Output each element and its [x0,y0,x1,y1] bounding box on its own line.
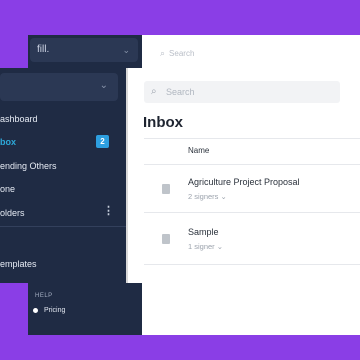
sidebar-divider [0,226,126,227]
back-workspace-dropdown[interactable]: fill. ⌄ [30,38,138,62]
document-icon [162,184,170,194]
column-header-name[interactable]: Name [188,146,209,155]
more-vertical-icon[interactable]: ⋮ [103,206,114,217]
signers-dropdown[interactable]: 1 signer ⌄ [188,242,223,251]
sidebar-item-folders[interactable]: olders [0,208,25,218]
back-search-input[interactable]: ⌕ Search [160,44,340,62]
chevron-down-icon: ⌄ [216,242,224,251]
chevron-down-icon: ⌄ [99,80,108,91]
radio-dot-icon [33,307,38,313]
divider [144,164,360,165]
divider [144,212,360,213]
search-icon: ⌕ [151,86,157,97]
sidebar-item-dashboard[interactable]: ashboard [0,114,38,124]
sidebar-item-pending-others[interactable]: ending Others [0,161,57,171]
sidebar-item-done[interactable]: one [0,184,15,194]
panel-shadow [126,68,128,283]
divider [144,138,360,139]
brand-logo: fill. [37,44,50,55]
sidebar-item-inbox[interactable]: box [0,137,16,147]
document-icon [162,234,170,244]
pricing-link[interactable]: Pricing [33,307,65,314]
page-title: Inbox [143,114,183,131]
search-input[interactable]: ⌕ Search [144,81,340,103]
chevron-down-icon: ⌄ [220,192,227,201]
sidebar-item-templates[interactable]: emplates [0,259,37,269]
document-title[interactable]: Sample [188,227,219,237]
inbox-count-badge: 2 [96,135,109,148]
divider [144,264,360,265]
document-title[interactable]: Agriculture Project Proposal [188,177,300,187]
chevron-down-icon: ⌄ [122,45,130,55]
help-section-label: HELP [35,293,53,299]
signers-dropdown[interactable]: 2 signers ⌄ [188,192,227,201]
workspace-dropdown[interactable]: ⌄ [0,73,118,101]
search-icon: ⌕ [160,48,166,58]
